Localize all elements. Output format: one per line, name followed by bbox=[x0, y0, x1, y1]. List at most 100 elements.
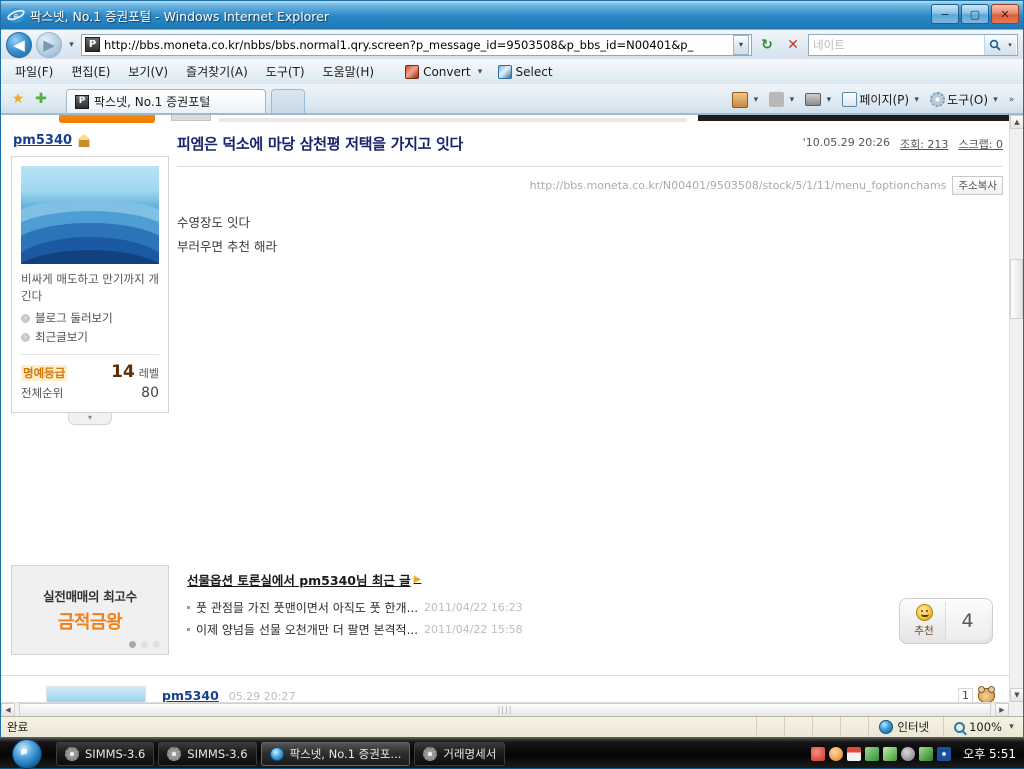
author-username-link[interactable]: pm5340 bbox=[13, 133, 72, 148]
history-caret-icon[interactable]: ▾ bbox=[66, 40, 77, 50]
forward-arrow-icon[interactable]: ▶ bbox=[36, 32, 62, 58]
address-dropdown-icon[interactable]: ▾ bbox=[733, 35, 749, 55]
select-button[interactable]: Select bbox=[493, 64, 558, 80]
taskbar-item-statement[interactable]: 거래명세서 bbox=[414, 742, 505, 766]
toolbar-overflow-icon[interactable]: » bbox=[1006, 95, 1017, 105]
scroll-right-button[interactable]: ▶ bbox=[995, 703, 1009, 717]
vertical-scrollbar[interactable]: ▲ ▼ bbox=[1009, 115, 1023, 702]
copy-address-button[interactable]: 주소복사 bbox=[952, 176, 1003, 195]
zoom-control[interactable]: 100% ▾ bbox=[943, 717, 1023, 737]
web-page-content: pm5340 비싸게 매도하고 만기까지 개긴다 › bbox=[1, 115, 1023, 716]
taskbar-item-simms1[interactable]: SIMMS-3.6 bbox=[56, 742, 154, 766]
network-icon[interactable] bbox=[937, 747, 951, 761]
menu-item-edit[interactable]: 편집(E) bbox=[63, 61, 118, 82]
menu-item-favorites[interactable]: 즐겨찾기(A) bbox=[178, 61, 256, 82]
green-arrow-icon[interactable] bbox=[919, 747, 933, 761]
window-title: 팍스넷, No.1 증권포털 - Windows Internet Explor… bbox=[30, 6, 329, 25]
home-button[interactable]: ▾ bbox=[729, 91, 764, 109]
recent-posts-title[interactable]: 선물옵션 토론실에서 pm5340님 최근 글 ▶ bbox=[187, 570, 421, 589]
grey-icon[interactable] bbox=[901, 747, 915, 761]
taskbar-item-label: 거래명세서 bbox=[443, 746, 496, 762]
home-caret-icon[interactable]: ▾ bbox=[750, 95, 761, 105]
vertical-scroll-track[interactable] bbox=[1010, 129, 1023, 688]
security-zone[interactable]: 인터넷 bbox=[868, 717, 943, 737]
recent-post-text[interactable]: 이제 양넘들 선물 오천개만 더 팔면 본격적... bbox=[196, 621, 418, 638]
add-favorite-icon[interactable]: ✚ bbox=[32, 90, 50, 108]
smiley-icon bbox=[916, 604, 933, 621]
dollar-icon[interactable] bbox=[883, 747, 897, 761]
author-profile-panel: pm5340 비싸게 매도하고 만기까지 개긴다 › bbox=[11, 133, 169, 425]
ad-pager-dot[interactable] bbox=[141, 641, 148, 648]
recent-posts-title-label: 선물옵션 토론실에서 pm5340님 최근 글 bbox=[187, 570, 411, 589]
horizontal-scroll-thumb[interactable]: |||| bbox=[19, 703, 991, 717]
tools-caret-icon[interactable]: ▾ bbox=[990, 95, 1001, 105]
feeds-button[interactable]: ▾ bbox=[766, 91, 800, 108]
calendar-icon[interactable] bbox=[847, 747, 861, 761]
tools-menu-button[interactable]: 도구(O) ▾ bbox=[927, 90, 1004, 109]
list-item[interactable]: 풋 관점믈 가진 풋맨이면서 아직도 풋 한개... 2011/04/22 16… bbox=[187, 599, 747, 616]
horizontal-scroll-track[interactable]: |||| bbox=[15, 703, 995, 717]
horizontal-scrollbar[interactable]: ◀ |||| ▶ bbox=[1, 702, 1009, 716]
start-button[interactable] bbox=[0, 739, 54, 769]
convert-button[interactable]: Convert ▾ bbox=[400, 64, 490, 80]
new-tab-button[interactable] bbox=[271, 89, 305, 113]
taskbar-clock[interactable]: 오후 5:51 bbox=[957, 745, 1024, 762]
page-caret-icon[interactable]: ▾ bbox=[911, 95, 922, 105]
back-arrow-icon[interactable]: ◀ bbox=[6, 32, 32, 58]
browser-window: e 팍스넷, No.1 증권포털 - Windows Internet Expl… bbox=[0, 0, 1024, 738]
convert-caret-icon[interactable]: ▾ bbox=[475, 67, 486, 77]
taskbar-item-paxnet[interactable]: 팍스넷, No.1 증권포... bbox=[261, 742, 411, 766]
page-menu-button[interactable]: 페이지(P) ▾ bbox=[839, 90, 925, 109]
orange-icon[interactable] bbox=[829, 747, 843, 761]
recent-post-text[interactable]: 풋 관점믈 가진 풋맨이면서 아직도 풋 한개... bbox=[196, 599, 418, 616]
taskbar-item-label: SIMMS-3.6 bbox=[85, 747, 145, 761]
menu-item-help[interactable]: 도움말(H) bbox=[315, 61, 383, 82]
search-input[interactable]: 네이트 bbox=[813, 37, 984, 53]
site-nav-active-tab[interactable] bbox=[59, 115, 155, 123]
taskbar-item-simms2[interactable]: SIMMS-3.6 bbox=[158, 742, 256, 766]
scroll-up-button[interactable]: ▲ bbox=[1010, 115, 1023, 129]
bullet-icon: › bbox=[21, 333, 30, 342]
ad-pager-dot[interactable] bbox=[129, 641, 136, 648]
status-text: 완료 bbox=[1, 719, 756, 735]
cow-icon[interactable] bbox=[978, 688, 995, 703]
avatar bbox=[21, 166, 159, 264]
profile-link-blog[interactable]: › 블로그 둘러보기 bbox=[21, 310, 159, 326]
print-button[interactable]: ▾ bbox=[802, 92, 837, 107]
print-caret-icon[interactable]: ▾ bbox=[823, 95, 834, 105]
stop-icon[interactable]: ✕ bbox=[782, 34, 804, 56]
profile-link-recent[interactable]: › 최근글보기 bbox=[21, 329, 159, 345]
search-icon[interactable] bbox=[984, 35, 1004, 55]
address-bar-url[interactable]: http://bbs.moneta.co.kr/nbbs/bbs.normal1… bbox=[104, 38, 733, 52]
refresh-icon[interactable]: ↻ bbox=[756, 34, 778, 56]
address-bar[interactable]: P http://bbs.moneta.co.kr/nbbs/bbs.norma… bbox=[81, 34, 752, 56]
red-icon[interactable] bbox=[811, 747, 825, 761]
menu-item-file[interactable]: 파일(F) bbox=[7, 61, 61, 82]
search-caret-icon[interactable]: ▾ bbox=[1004, 35, 1016, 55]
maximize-button[interactable]: ▢ bbox=[961, 4, 989, 24]
search-box[interactable]: 네이트 ▾ bbox=[808, 34, 1018, 56]
profile-expand-button[interactable]: ▾ bbox=[68, 413, 112, 425]
menu-item-tools[interactable]: 도구(T) bbox=[258, 61, 313, 82]
scroll-left-button[interactable]: ◀ bbox=[1, 703, 15, 717]
site-nav-tab[interactable] bbox=[171, 115, 211, 121]
scroll-down-button[interactable]: ▼ bbox=[1010, 688, 1023, 702]
home-icon[interactable] bbox=[77, 134, 91, 147]
close-button[interactable]: ✕ bbox=[991, 4, 1019, 24]
favorites-star-icon[interactable]: ★ bbox=[9, 90, 27, 108]
comment-author[interactable]: pm5340 bbox=[162, 688, 219, 703]
green-check-icon[interactable] bbox=[865, 747, 879, 761]
system-tray bbox=[803, 739, 957, 769]
list-item[interactable]: 이제 양넘들 선물 오천개만 더 팔면 본격적... 2011/04/22 15… bbox=[187, 621, 747, 638]
feed-caret-icon[interactable]: ▾ bbox=[786, 95, 797, 105]
minimize-button[interactable]: − bbox=[931, 4, 959, 24]
zoom-caret-icon[interactable]: ▾ bbox=[1006, 722, 1017, 732]
tab-paxnet[interactable]: P 팍스넷, No.1 증권포털 bbox=[66, 89, 266, 113]
ad-banner[interactable]: 실전매매의 최고수 금적금왕 bbox=[11, 565, 169, 655]
recent-post-date: 2011/04/22 16:23 bbox=[424, 601, 523, 614]
recommend-button[interactable]: 추천 4 bbox=[899, 598, 993, 644]
tab-bar-tools: ▾ ▾ ▾ 페이지(P) ▾ 도구(O) ▾ » bbox=[729, 90, 1023, 109]
menu-item-view[interactable]: 보기(V) bbox=[120, 61, 176, 82]
ad-pager-dot[interactable] bbox=[153, 641, 160, 648]
vertical-scroll-thumb[interactable] bbox=[1010, 259, 1023, 319]
